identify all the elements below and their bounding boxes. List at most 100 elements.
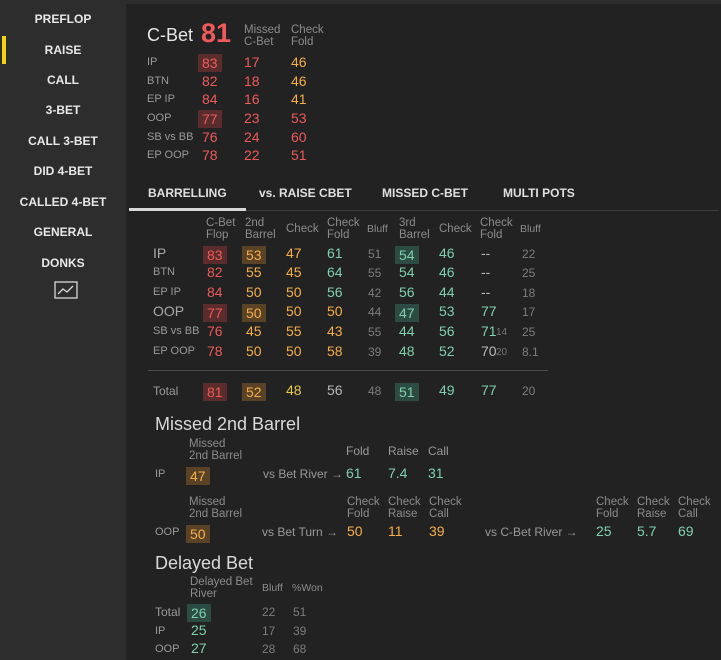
cell-bluff2: 17 [522,305,536,319]
missed2-oop-hdr2: Raise [637,508,667,520]
hdr-check2: Check [439,223,472,235]
missed2-oop-arrow-text: vs Bet Turn → [262,525,339,539]
nav-call[interactable]: CALL [0,68,126,92]
tab-barrelling[interactable]: BARRELLING [148,186,227,200]
cell-check2: 46 [439,264,455,280]
nav-preflop[interactable]: PREFLOP [0,7,126,31]
cell-bluff: 55 [368,325,382,339]
cell-3rd-barrel: 48 [399,343,415,359]
cell-2nd-barrel: 50 [246,284,262,300]
nav-general[interactable]: GENERAL [0,220,126,244]
total-cbet: 81 [203,383,227,401]
row-label: SB vs BB [153,325,200,337]
missed2-col: Missed [189,496,226,508]
hdr-check-fold: Check [327,217,360,229]
delayed-row-won: 51 [293,605,307,619]
delayed-row-won: 68 [293,642,307,656]
col-missed-cbet-2: C-Bet [244,36,274,48]
cell-bluff: 42 [368,286,382,300]
missed2-oop-hdr2: Check [637,496,670,508]
total-check-fold: 56 [327,382,343,398]
cell-check-fold: 56 [327,284,343,300]
missed-row-value: 22 [244,147,260,163]
cell-check-fold: 50 [327,303,343,319]
nav-call-3bet[interactable]: CALL 3-BET [0,129,126,153]
main-panel: C-Bet 81 Missed C-Bet Check Fold IP 83 1… [126,0,721,660]
nav-called-4bet[interactable]: CALLED 4-BET [0,190,126,214]
tab-multi-pots[interactable]: MULTI POTS [503,186,575,200]
line-chart-icon[interactable] [54,281,78,299]
missed2-oop-hdr: Raise [388,508,418,520]
col-missed-cbet-1: Missed [244,24,281,36]
nav-3bet[interactable]: 3-BET [0,98,126,122]
missed2-oop-hdr: Check [429,496,462,508]
nav-donks[interactable]: DONKS [0,251,126,275]
cell-check-fold2: 77 [481,303,497,319]
tab-vs-raise-cbet[interactable]: vs. RAISE CBET [259,186,352,200]
cbet-row-value: 82 [202,73,218,89]
cbet-row-label: IP [147,56,158,68]
nav-did-4bet[interactable]: DID 4-BET [0,159,126,183]
row-label: EP OOP [153,345,195,357]
cbet-row-value: 76 [202,129,218,145]
cell-bluff2: 22 [522,247,536,261]
delayed-col: River [190,588,217,600]
col-checkfold-2: Fold [291,36,314,48]
cell-check-fold2-sample: 20 [496,347,508,358]
total-separator [148,370,548,371]
total-label: Total [153,384,179,398]
cell-2nd-barrel: 50 [242,304,266,322]
cell-bluff2: 25 [522,266,536,280]
checkfold-row-value: 46 [291,54,307,70]
total-check2: 49 [439,382,455,398]
hdr-cbet-flop: Flop [206,229,229,241]
delayed-row-won: 39 [293,624,307,638]
hdr-check-fold2: Check [480,217,513,229]
cell-cbet: 82 [207,264,223,280]
cell-check-fold: 43 [327,323,343,339]
delayed-row-bluff: 22 [262,605,276,619]
delayed-col-won: %Won [292,582,323,594]
total-2nd-barrel: 52 [242,383,266,401]
delayed-row-bluff: 28 [262,642,276,656]
cell-check: 50 [286,284,302,300]
delayed-row-bluff: 17 [262,624,276,638]
cell-bluff2: 18 [522,286,536,300]
cbet-row-label: SB vs BB [147,131,194,143]
cell-2nd-barrel: 53 [242,246,266,264]
missed2-ip-hdr: Fold [346,444,370,458]
hdr-cbet-flop: C-Bet [206,217,236,229]
hdr-2nd-barrel: 2nd [245,217,265,229]
cell-check: 45 [286,264,302,280]
nav-raise[interactable]: RAISE [0,38,126,62]
total-3rd-barrel: 51 [395,383,419,401]
hdr-check: Check [286,223,319,235]
cell-check2: 53 [439,303,455,319]
cell-check2: 46 [439,245,455,261]
missed2-oop-river-check-call: 69 [678,523,694,539]
cell-check-fold: 61 [327,245,343,261]
missed2-ip-hdr: Raise [388,444,419,458]
cbet-row-value: 78 [202,147,218,163]
cell-check: 50 [286,343,302,359]
checkfold-row-value: 53 [291,110,307,126]
total-bluff2: 20 [522,384,536,398]
missed2-title: Missed 2nd Barrel [155,414,301,434]
missed2-col: 2nd Barrel [189,450,243,462]
cbet-row-value: 77 [198,110,222,128]
cell-check-fold2: -- [481,245,491,261]
hdr-bluff: Bluff [367,223,388,235]
checkfold-row-value: 46 [291,73,307,89]
cbet-row-label: EP OOP [147,149,189,161]
cell-cbet: 77 [203,304,227,322]
delayed-row-value: 26 [187,604,211,622]
tab-missed-cbet[interactable]: MISSED C-BET [382,186,468,200]
missed2-ip-raise: 7.4 [388,465,408,481]
missed2-ip-arrow-text: vs Bet River → [263,467,344,481]
delayed-row-value: 27 [191,640,207,656]
cbet-row-value: 83 [198,54,222,72]
delayed-title: Delayed Bet [155,553,254,573]
checkfold-row-value: 51 [291,147,307,163]
cell-cbet: 78 [207,343,223,359]
delayed-row-label: OOP [155,643,180,655]
